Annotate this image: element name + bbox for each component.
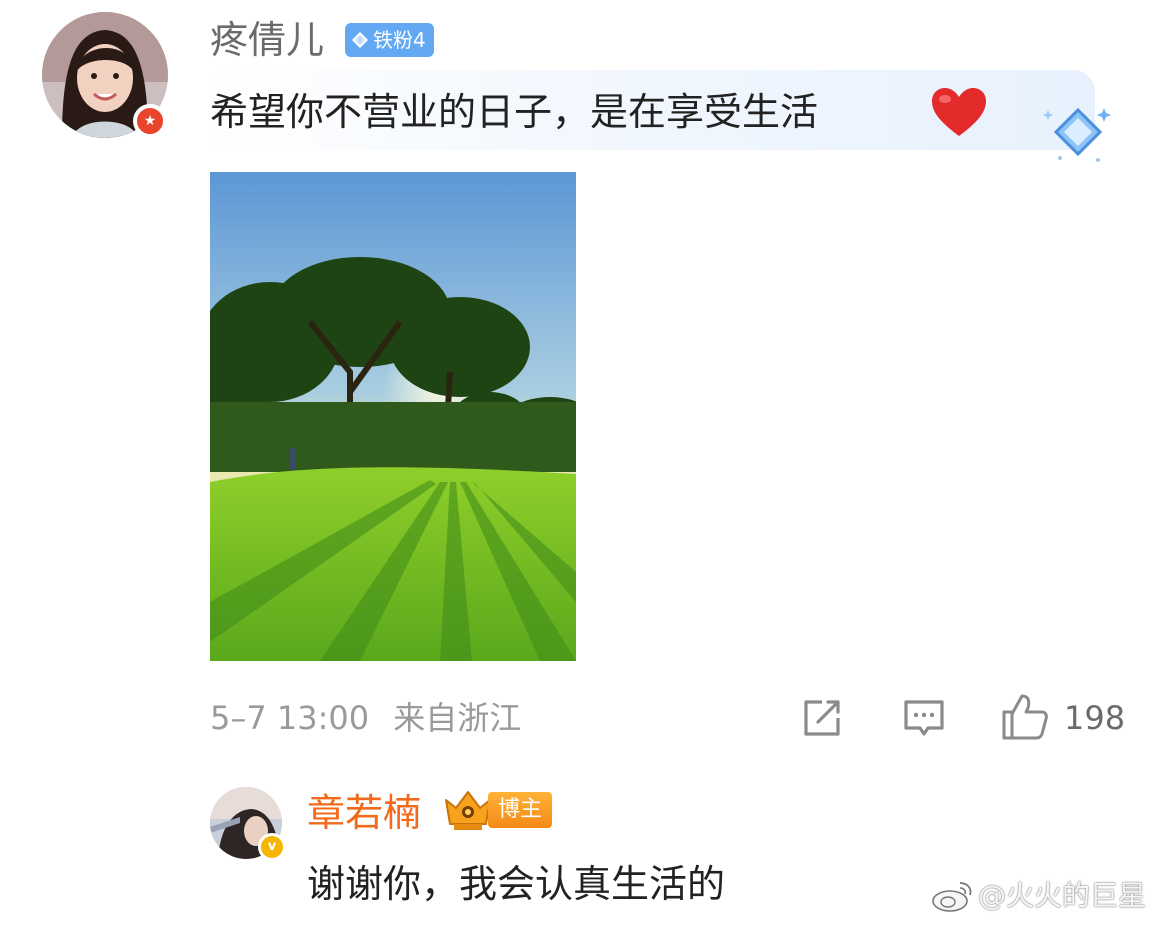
comment-text: 希望你不营业的日子，是在享受生活 <box>210 90 819 134</box>
comment-time: 5–7 13:00 <box>210 699 370 737</box>
fan-level-badge: 铁粉4 <box>345 23 434 57</box>
comment-icon[interactable] <box>902 696 946 740</box>
blogger-badge: 博主 <box>488 792 553 828</box>
watermark-text: @火火的巨星 <box>978 879 1147 912</box>
comment-meta: 5–7 13:00 来自浙江 <box>210 696 521 740</box>
comment-location: 来自浙江 <box>393 699 522 737</box>
like-count: 198 <box>1064 699 1126 737</box>
fan-badge-label: 铁粉4 <box>373 28 426 52</box>
verified-badge-icon: v <box>258 833 286 861</box>
thumbs-up-icon[interactable] <box>1000 692 1050 742</box>
diamond-icon <box>352 32 368 48</box>
reply-username[interactable]: 章若楠 <box>307 787 421 839</box>
share-icon[interactable] <box>800 696 844 740</box>
star-badge-icon: ★ <box>133 104 167 138</box>
heart-icon <box>932 88 986 136</box>
diamond-decoration-icon <box>1043 107 1111 162</box>
weibo-logo-icon <box>932 882 972 912</box>
reply-text: 谢谢你，我会认真生活的 <box>307 862 726 906</box>
watermark: @火火的巨星 <box>930 876 1146 916</box>
comment-photo[interactable] <box>210 172 576 661</box>
comment-username[interactable]: 疼倩儿 <box>210 14 324 66</box>
